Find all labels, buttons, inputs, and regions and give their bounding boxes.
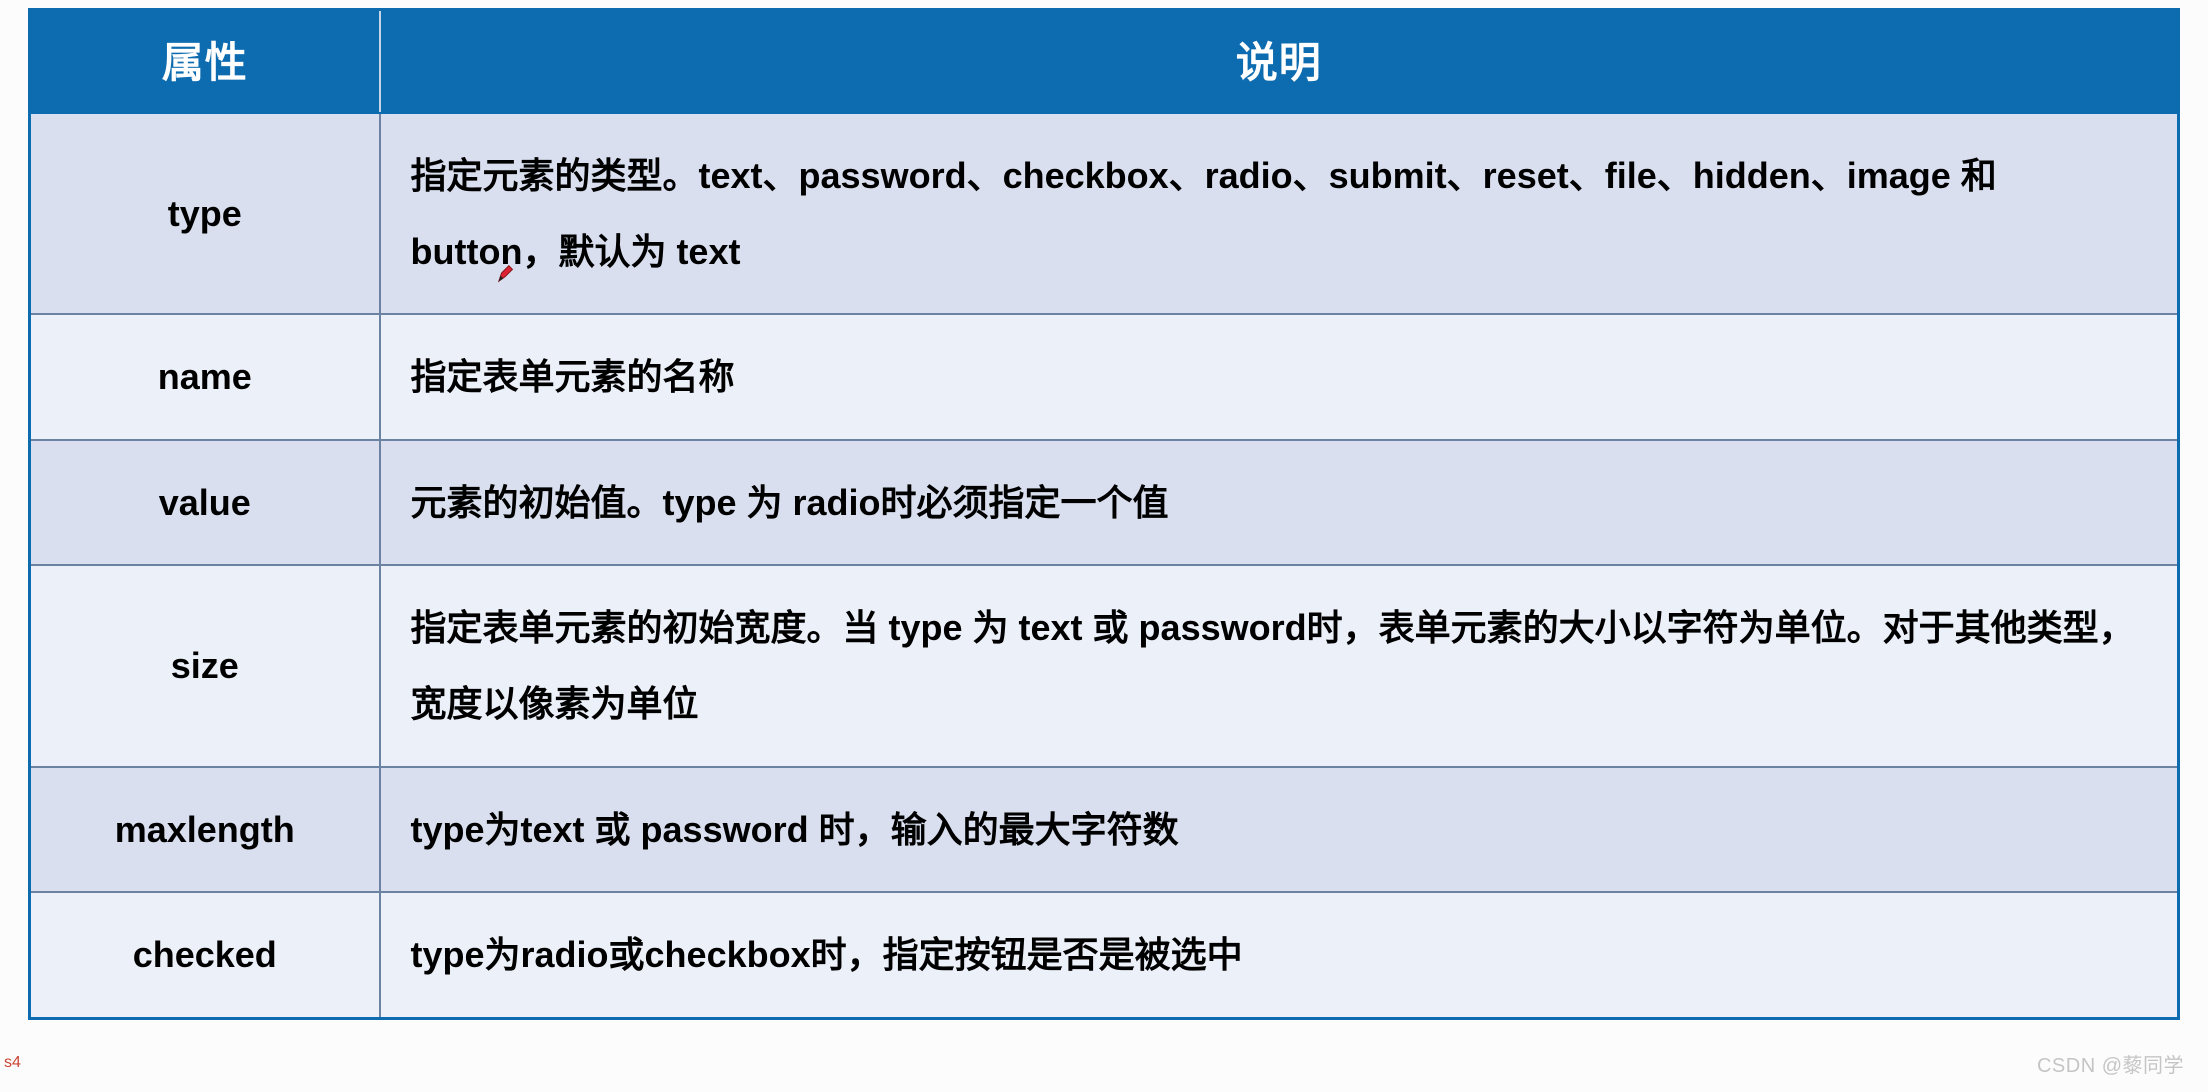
table-row: type 指定元素的类型。text、password、checkbox、radi…: [30, 113, 2179, 314]
cell-attr: name: [30, 314, 380, 440]
header-attr: 属性: [30, 10, 380, 114]
table-container: 属性 说明 type 指定元素的类型。text、password、checkbo…: [0, 0, 2208, 1040]
table-row: checked type为radio或checkbox时，指定按钮是否是被选中: [30, 892, 2179, 1018]
cell-desc: type为radio或checkbox时，指定按钮是否是被选中: [380, 892, 2179, 1018]
cell-attr: size: [30, 565, 380, 766]
cell-desc: 元素的初始值。type 为 radio时必须指定一个值: [380, 440, 2179, 566]
cell-attr: value: [30, 440, 380, 566]
cell-attr: maxlength: [30, 767, 380, 893]
attributes-table: 属性 说明 type 指定元素的类型。text、password、checkbo…: [28, 8, 2180, 1020]
cell-desc: 指定表单元素的初始宽度。当 type 为 text 或 password时，表单…: [380, 565, 2179, 766]
table-row: value 元素的初始值。type 为 radio时必须指定一个值: [30, 440, 2179, 566]
table-row: maxlength type为text 或 password 时，输入的最大字符…: [30, 767, 2179, 893]
table-header-row: 属性 说明: [30, 10, 2179, 114]
cell-desc: 指定表单元素的名称: [380, 314, 2179, 440]
table-row: name 指定表单元素的名称: [30, 314, 2179, 440]
cell-desc: 指定元素的类型。text、password、checkbox、radio、sub…: [380, 113, 2179, 314]
corner-mark: s4: [4, 1054, 21, 1072]
cell-attr: type: [30, 113, 380, 314]
cell-attr: checked: [30, 892, 380, 1018]
header-desc: 说明: [380, 10, 2179, 114]
cell-desc: type为text 或 password 时，输入的最大字符数: [380, 767, 2179, 893]
watermark-text: CSDN @藜同学: [2037, 1049, 2184, 1078]
table-row: size 指定表单元素的初始宽度。当 type 为 text 或 passwor…: [30, 565, 2179, 766]
